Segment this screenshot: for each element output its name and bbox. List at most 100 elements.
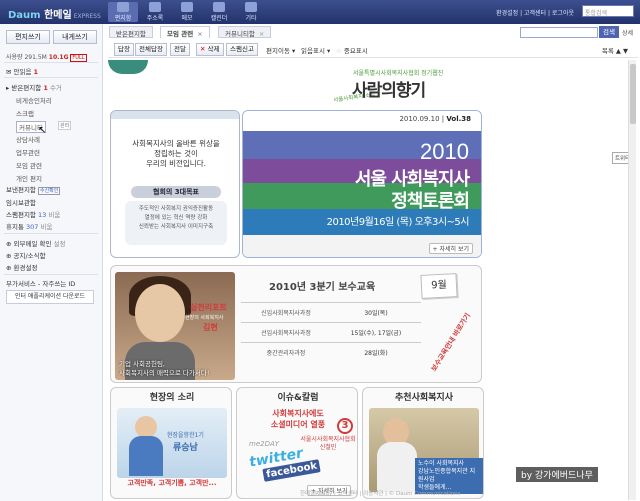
issue-number-badge: 3 [337, 418, 353, 434]
sidebar-item-spam[interactable]: 스팸편지함 13 비움 [6, 209, 60, 219]
write-mail-button[interactable]: 편지쓰기 [6, 30, 50, 44]
goals-list: 주도적인 사회복지 권익증진활동 열정에 있는 혁신 역량 강화 신뢰받는 사회… [125, 201, 227, 245]
issue-info: 2010.09.10 | Vol.38 [399, 115, 471, 123]
reply-button[interactable]: 답장 [114, 43, 134, 56]
decorative-band [111, 111, 239, 119]
sidebar-item-work[interactable]: 업무관련 [16, 147, 40, 157]
education-section: 실천리포트 현장의 사회복지사 김현 기업 사회공헌팀, 사회복지사의 매력으로… [110, 265, 482, 383]
sidebar-item-trash[interactable]: 휴지통 307 비움 [6, 221, 53, 231]
forward-button[interactable]: 전달 [170, 43, 190, 56]
sidebar-item-approval[interactable]: 비게승인처리 [16, 95, 52, 105]
vertical-scrollbar[interactable] [628, 60, 636, 500]
top-nav-calendar[interactable]: 캘린더 [204, 2, 234, 22]
storage-usage: 사용량 291.5M 10.1G FULL [6, 54, 87, 62]
sidebar-item-scrap[interactable]: 스크랩 [16, 108, 34, 118]
tab-meeting[interactable]: 모임 관련 × [160, 26, 210, 38]
forum-datetime: 2010년9월16일 (목) 오후3시~5시 [326, 217, 470, 228]
vision-box: 사회복지사의 올바른 위상을 정립하는 것이 우리의 비전입니다. 협회의 3대… [110, 110, 240, 258]
mail-search-input[interactable] [520, 27, 598, 38]
practice-report-subtag: 현장의 사회복지사 [185, 315, 224, 321]
practice-report-photo[interactable]: 실천리포트 현장의 사회복지사 김현 기업 사회공헌팀, 사회복지사의 매력으로… [115, 272, 235, 380]
photo-shirt [377, 442, 417, 492]
memo-icon [181, 2, 193, 12]
scrollbar-thumb[interactable] [630, 64, 636, 124]
card-name: 류승남 [173, 443, 198, 453]
sidebar-item-sent[interactable]: 보낸편지함 수신확인 [6, 184, 61, 195]
footer: 한메일Ready | 고객센터 | 이용약관 | © Daum Communic… [300, 491, 461, 497]
sidebar-item-addon[interactable]: 부가서비스 - 자주쓰는 ID [6, 278, 75, 288]
move-mail-menu[interactable]: 편지이동 ▾ [266, 45, 295, 55]
divider [4, 62, 98, 63]
card-title: 이슈&칼럼 [277, 393, 319, 403]
etc-icon [245, 2, 257, 12]
education-schedule-table: 신입사회복지사과정 30일(목) 선임사회복지사과정 15일(수), 17일(금) … [241, 302, 421, 363]
forum-title-line2: 정책토론회 [391, 191, 470, 212]
top-right-links[interactable]: 환경설정 | 고객센터 | 로그아웃 [496, 8, 574, 17]
sidebar-item-inbox[interactable]: ▸ 받은편지함 1 수거 [6, 82, 62, 92]
newsletter-brand: 사람의향기 [352, 81, 426, 101]
tab-inbox[interactable]: 받은편지함 [109, 26, 153, 38]
education-title: 2010년 3분기 보수교육 [269, 282, 376, 293]
card-caption: 고객만족, 고객기쁨, 고객만... [127, 479, 217, 487]
top-search-input[interactable]: 통합검색 [582, 5, 634, 17]
table-row: 중간관리자과정 28일(화) [241, 342, 421, 363]
delete-button[interactable]: ✕ 삭제 [196, 43, 224, 56]
mail-search-button[interactable]: 검색 [599, 26, 619, 38]
sidebar-item-settings[interactable]: ⊕ 환경설정 [6, 262, 37, 272]
top-bar: Daum 한메일 EXPRESS 편지함 주소록 메모 캘린더 기타 환경설정 |… [0, 0, 640, 24]
card-title: 추천사회복지사 [395, 393, 453, 403]
close-icon[interactable]: × [259, 30, 264, 38]
sidebar: 편지쓰기 내게쓰기 사용량 291.5M 10.1G FULL ✉ 안읽음 1 … [0, 24, 103, 501]
reply-all-button[interactable]: 전체답장 [135, 43, 167, 56]
policy-forum-banner[interactable]: 2010.09.10 | Vol.38 2010 서울 사회복지사 정책토론회 … [242, 110, 482, 258]
mail-toolbar: 답장 전체답장 전달 ✕ 삭제 스팸신고 편지이동 ▾ 읽음표시 ▾ ☆ 중요표… [108, 42, 638, 58]
sidebar-item-unread[interactable]: ✉ 안읽음 1 [6, 66, 38, 76]
recommended-worker-card[interactable]: 추천사회복지사 노수이 사회복지사 강남노인종합복지관 지원사업 학생들에게..… [362, 387, 484, 499]
top-nav-memo[interactable]: 메모 [172, 2, 202, 22]
forum-year: 2010 [420, 139, 469, 164]
sidebar-item-external[interactable]: ⊕ 외부메일 확인 설정 [6, 238, 66, 248]
spam-report-button[interactable]: 스팸신고 [226, 43, 258, 56]
write-to-me-button[interactable]: 내게쓰기 [53, 30, 97, 44]
forum-more-button[interactable]: + 자세히 보기 [428, 243, 473, 254]
education-apply-link[interactable]: 보수교육안내 바로가기 [429, 311, 473, 373]
manage-folder-button[interactable]: 관리 [58, 121, 72, 130]
photo-shirt [129, 436, 163, 476]
newsletter-body: 서울특별시사회복지사협회 정기웹진 서울사회복지 소식 사람의향기 사회복지사의… [108, 60, 490, 500]
list-view-button[interactable]: 목록 ▲ ▼ [602, 45, 628, 55]
delete-icon: ✕ [200, 45, 206, 53]
goals-label: 협회의 3대목표 [131, 186, 221, 198]
divider [4, 274, 98, 275]
tab-community[interactable]: 커뮤니티함 × [218, 26, 272, 38]
sidebar-item-counsel[interactable]: 상담사례 [16, 134, 40, 144]
mark-read-menu[interactable]: 읽음표시 ▾ [301, 45, 330, 55]
top-nav-mailbox[interactable]: 편지함 [108, 2, 138, 22]
photo-face [135, 416, 157, 438]
sidebar-banner[interactable]: 인터 애플리케이션 다운로드 [6, 290, 94, 304]
column-author: 서울시사회복지사협회 신철민 [300, 436, 356, 451]
practice-report-tag: 실천리포트 [190, 303, 227, 312]
logo[interactable]: Daum 한메일 EXPRESS [8, 6, 101, 21]
sidebar-item-meeting[interactable]: 모임 관련 [16, 160, 42, 170]
divider [4, 233, 98, 234]
card-photo [117, 408, 227, 478]
field-voice-card[interactable]: 현장의 소리 현장을향한1기 류승남 고객만족, 고객기쁨, 고객만... [110, 387, 232, 499]
star-icon: ☆ [336, 47, 342, 55]
detail-search-link[interactable]: 상세 [622, 28, 633, 37]
mark-important-button[interactable]: ☆ 중요표시 [336, 45, 368, 55]
top-nav-etc[interactable]: 기타 [236, 2, 266, 22]
mouse-cursor-icon: ↖ [38, 125, 47, 136]
close-icon[interactable]: × [197, 30, 202, 38]
sidebar-item-personal[interactable]: 개인 편지 [16, 173, 42, 183]
calendar-icon [213, 2, 225, 12]
top-nav-address-book[interactable]: 주소록 [140, 2, 170, 22]
card-lead-line1: 사회복지사에도 [272, 409, 324, 418]
issue-column-card[interactable]: 이슈&칼럼 사회복지사에도 소셜미디어 열풍 3 me2DAY twitter … [236, 387, 358, 499]
sidebar-item-notice[interactable]: ⊕ 공지/소식함 [6, 250, 46, 260]
card-subtitle: 현장을향한1기 [167, 432, 204, 439]
sidebar-item-drafts[interactable]: 임시보관함 [6, 197, 36, 207]
watermark: by 강가에버드나무 [516, 467, 598, 482]
table-row: 신입사회복지사과정 30일(목) [241, 302, 421, 323]
divider [4, 77, 98, 78]
table-row: 선임사회복지사과정 15일(수), 17일(금) [241, 322, 421, 343]
